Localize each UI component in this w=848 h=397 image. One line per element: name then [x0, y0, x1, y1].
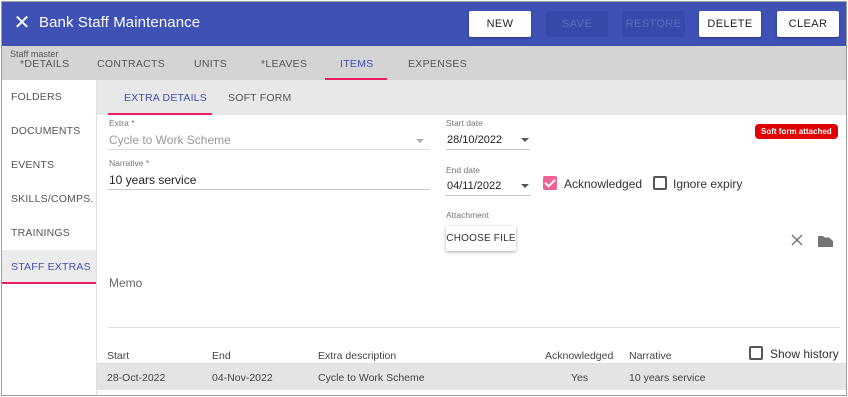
sidebar: FOLDERS DOCUMENTS EVENTS SKILLS/COMPS. T… [2, 80, 97, 395]
tab-contracts[interactable]: CONTRACTS [97, 58, 165, 70]
start-date-field[interactable]: 28/10/2022 [447, 134, 502, 146]
end-date-underline [446, 195, 530, 196]
sidebar-item-documents[interactable]: DOCUMENTS [2, 114, 96, 148]
sidebar-item-events[interactable]: EVENTS [2, 148, 96, 182]
app-window: ✕ Bank Staff Maintenance NEW SAVE RESTOR… [1, 1, 847, 396]
page-title: Bank Staff Maintenance [39, 14, 201, 31]
delete-button[interactable]: DELETE [699, 11, 761, 37]
choose-file-button[interactable]: CHOOSE FILE [446, 226, 516, 251]
memo-field[interactable] [108, 327, 840, 328]
tab-items[interactable]: ITEMS [340, 58, 374, 70]
sub-tab-bar: EXTRA DETAILS SOFT FORM [97, 80, 846, 115]
tab-leaves[interactable]: *LEAVES [261, 58, 307, 70]
sidebar-item-staff-extras[interactable]: STAFF EXTRAS [2, 250, 96, 284]
sidebar-item-trainings[interactable]: TRAININGS [2, 216, 96, 250]
dropdown-caret-icon[interactable] [416, 139, 424, 143]
start-date-label: Start date [446, 118, 483, 128]
cell-acknowledged: Yes [571, 372, 589, 384]
start-date-underline [446, 149, 530, 150]
attachment-label: Attachment [446, 210, 489, 220]
sidebar-item-folders[interactable]: FOLDERS [2, 80, 96, 114]
clear-button[interactable]: CLEAR [777, 11, 839, 37]
tab-soft-form[interactable]: SOFT FORM [228, 92, 291, 104]
cell-start: 28-Oct-2022 [107, 372, 166, 384]
acknowledged-checkbox[interactable] [543, 176, 557, 190]
ignore-expiry-checkbox[interactable] [653, 176, 667, 190]
show-history-label: Show history [770, 347, 839, 361]
memo-label: Memo [109, 276, 143, 290]
restore-button[interactable]: RESTORE [622, 11, 685, 37]
column-header-start[interactable]: Start [107, 350, 129, 362]
extra-label: Extra * [109, 118, 135, 128]
narrative-underline [108, 189, 430, 190]
column-header-extra-description[interactable]: Extra description [318, 350, 396, 362]
column-header-narrative[interactable]: Narrative [629, 350, 672, 362]
app-header: ✕ Bank Staff Maintenance NEW SAVE RESTOR… [2, 2, 846, 46]
ignore-expiry-label: Ignore expiry [673, 177, 743, 191]
end-date-field[interactable]: 04/11/2022 [447, 180, 501, 192]
show-history-checkbox[interactable] [749, 346, 763, 360]
dropdown-caret-icon[interactable] [521, 138, 529, 142]
tab-extra-details[interactable]: EXTRA DETAILS [124, 92, 207, 104]
narrative-field[interactable]: 10 years service [109, 173, 196, 187]
folder-icon[interactable] [818, 235, 833, 247]
column-header-acknowledged[interactable]: Acknowledged [545, 350, 613, 362]
tab-details[interactable]: *DETAILS [20, 58, 69, 70]
narrative-label: Narrative * [109, 158, 150, 168]
cell-end: 04-Nov-2022 [212, 372, 273, 384]
new-button[interactable]: NEW [469, 11, 531, 37]
cell-narrative: 10 years service [629, 372, 706, 384]
tab-expenses[interactable]: EXPENSES [408, 58, 467, 70]
column-header-end[interactable]: End [212, 350, 231, 362]
end-date-label: End date [446, 165, 481, 175]
save-button[interactable]: SAVE [546, 11, 608, 37]
acknowledged-label: Acknowledged [564, 177, 643, 191]
main-tab-bar: Staff master *DETAILS CONTRACTS UNITS *L… [2, 46, 846, 80]
clear-attachment-icon[interactable] [790, 233, 804, 247]
cell-extra-description: Cycle to Work Scheme [318, 372, 425, 384]
active-subtab-indicator [108, 113, 212, 115]
extra-underline [108, 149, 430, 150]
close-icon[interactable]: ✕ [12, 13, 32, 33]
extra-select[interactable]: Cycle to Work Scheme [109, 133, 231, 147]
soft-form-badge: Soft form attached [755, 124, 838, 139]
table-row[interactable]: 28-Oct-2022 04-Nov-2022 Cycle to Work Sc… [97, 364, 846, 390]
main-content: EXTRA DETAILS SOFT FORM Extra * Cycle to… [97, 80, 846, 395]
dropdown-caret-icon[interactable] [521, 184, 529, 188]
tab-units[interactable]: UNITS [194, 58, 227, 70]
sidebar-item-skills[interactable]: SKILLS/COMPS. [2, 182, 96, 216]
